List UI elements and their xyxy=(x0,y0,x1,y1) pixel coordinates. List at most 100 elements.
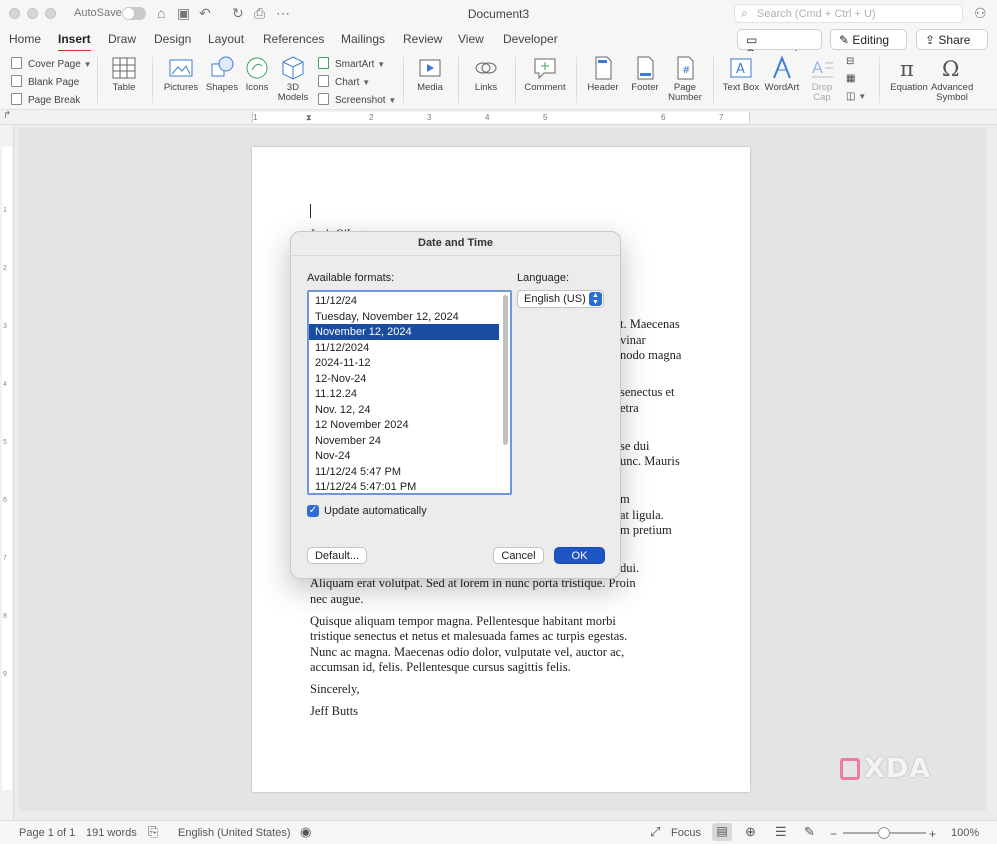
object-icon[interactable]: ◫ ▼ xyxy=(846,91,866,102)
search-placeholder: Search (Cmd + Ctrl + U) xyxy=(757,8,876,20)
date-time-icon[interactable]: ▦ xyxy=(846,73,855,84)
format-option[interactable]: 2024-11-12 xyxy=(309,355,499,371)
chevron-down-icon: ▼ xyxy=(377,60,386,69)
drop-cap-button[interactable]: A Drop Cap xyxy=(805,55,839,103)
formats-list[interactable]: 11/12/24 Tuesday, November 12, 2024 Nove… xyxy=(307,290,512,495)
comments-button[interactable]: ▭ Comments xyxy=(737,29,822,61)
screenshot-icon xyxy=(318,93,329,105)
xda-watermark-logo: XDA xyxy=(840,753,931,784)
zoom-level[interactable]: 100% xyxy=(951,827,979,839)
equation-button[interactable]: π Equation xyxy=(887,55,931,93)
tab-references[interactable]: References xyxy=(263,32,324,46)
word-count[interactable]: 191 words xyxy=(86,827,137,839)
web-layout-icon[interactable]: ⊕ xyxy=(745,824,756,840)
chart-button[interactable]: Chart ▼ xyxy=(318,75,370,88)
tab-layout[interactable]: Layout xyxy=(208,32,244,46)
focus-icon[interactable]: ⤢ xyxy=(650,824,660,840)
language-status[interactable]: English (United States) xyxy=(178,827,291,839)
list-scrollbar[interactable] xyxy=(503,295,508,445)
wordart-button[interactable]: WordArt xyxy=(763,55,801,93)
page-number-button[interactable]: # Page Number xyxy=(665,55,705,103)
format-option[interactable]: Tuesday, November 12, 2024 xyxy=(309,309,499,325)
format-option[interactable]: 11.12.24 xyxy=(309,386,499,402)
xda-logo-icon xyxy=(840,758,860,780)
outline-icon[interactable]: ☰ xyxy=(775,824,787,840)
3d-models-button[interactable]: 3D Models xyxy=(274,55,312,103)
editing-button[interactable]: ✎ Editing ▼ xyxy=(830,29,907,60)
tab-developer[interactable]: Developer xyxy=(503,32,558,46)
format-option[interactable]: 12-Nov-24 xyxy=(309,371,499,387)
chevron-down-icon: ▼ xyxy=(388,96,397,105)
picture-icon xyxy=(169,59,193,77)
text-cursor xyxy=(310,204,311,218)
default-button[interactable]: Default... xyxy=(307,547,367,564)
comment-button[interactable]: Comment xyxy=(522,55,568,93)
smartart-button[interactable]: SmartArt ▼ xyxy=(318,57,385,70)
indent-marker-icon[interactable]: ⧗ xyxy=(306,113,312,123)
proofing-icon[interactable]: ⎘ xyxy=(148,824,158,840)
page-count[interactable]: Page 1 of 1 xyxy=(19,827,75,839)
advanced-symbol-button[interactable]: Ω Advanced Symbol xyxy=(931,55,973,103)
ruler-number: 6 xyxy=(3,497,7,504)
update-automatically-label[interactable]: Update automatically xyxy=(324,505,427,517)
icons-button[interactable]: Icons xyxy=(242,55,272,93)
status-bar: Page 1 of 1 191 words ⎘ English (United … xyxy=(0,820,997,844)
page-break-button[interactable]: Page Break xyxy=(11,93,80,106)
pictures-button[interactable]: Pictures xyxy=(160,55,202,93)
format-option[interactable]: 12 November 2024 xyxy=(309,417,499,433)
media-button[interactable]: Media xyxy=(410,55,450,93)
language-label: Language: xyxy=(517,272,569,284)
cancel-button[interactable]: Cancel xyxy=(493,547,544,564)
links-button[interactable]: Links xyxy=(466,55,506,93)
tab-stop-icon[interactable]: ↱ xyxy=(3,110,11,121)
svg-text:π: π xyxy=(900,57,914,81)
shapes-button[interactable]: Shapes xyxy=(203,55,241,93)
shapes-icon xyxy=(211,56,234,77)
header-button[interactable]: Header xyxy=(585,55,621,93)
text-box-button[interactable]: A Text Box xyxy=(720,55,762,93)
body-text-line: Quisque aliquam tempor magna. Pellentesq… xyxy=(310,614,616,628)
ruler-number: 5 xyxy=(543,113,548,122)
format-option[interactable]: 11/12/24 5:47:01 PM xyxy=(309,479,499,493)
body-text-fragment: nodo magna xyxy=(620,348,682,362)
share-button[interactable]: ⇪ Share ▼ xyxy=(916,29,988,60)
format-option[interactable]: 11/12/24 xyxy=(309,293,499,309)
draft-icon[interactable]: ✎ xyxy=(804,824,815,840)
format-option[interactable]: Nov. 12, 24 xyxy=(309,402,499,418)
blank-page-button[interactable]: Blank Page xyxy=(11,75,79,88)
account-icon[interactable]: ⚇ xyxy=(974,5,987,22)
vertical-ruler[interactable]: 1 2 3 4 5 6 7 8 9 xyxy=(0,125,14,820)
format-option-selected[interactable]: November 12, 2024 xyxy=(309,324,499,340)
format-option[interactable]: November 24 xyxy=(309,433,499,449)
icons-icon xyxy=(246,57,268,79)
update-automatically-checkbox[interactable]: ✓ xyxy=(307,505,319,517)
accessibility-icon[interactable]: ◉ xyxy=(300,824,311,840)
signature-line-icon[interactable]: ⊟ xyxy=(846,56,854,67)
tab-insert[interactable]: Insert xyxy=(58,32,91,52)
zoom-slider-handle[interactable] xyxy=(878,827,890,839)
focus-button[interactable]: Focus xyxy=(671,827,701,839)
tab-review[interactable]: Review xyxy=(403,32,442,46)
tab-design[interactable]: Design xyxy=(154,32,191,46)
tab-draw[interactable]: Draw xyxy=(108,32,136,46)
format-option[interactable]: Nov-24 xyxy=(309,448,499,464)
format-option[interactable]: 11/12/2024 xyxy=(309,340,499,356)
tab-mailings[interactable]: Mailings xyxy=(341,32,385,46)
ruler-number: 5 xyxy=(3,439,7,446)
screenshot-button[interactable]: Screenshot ▼ xyxy=(318,93,396,106)
print-layout-icon[interactable]: ▤ xyxy=(712,823,732,841)
table-button[interactable]: Table xyxy=(104,55,144,93)
footer-button[interactable]: Footer xyxy=(628,55,662,93)
language-select[interactable]: English (US) ▲ ▼ xyxy=(517,290,604,308)
search-input[interactable]: ⌕ Search (Cmd + Ctrl + U) xyxy=(734,4,963,23)
tab-home[interactable]: Home xyxy=(9,32,41,46)
tab-view[interactable]: View xyxy=(458,32,484,46)
page-number-icon: # xyxy=(677,56,694,80)
zoom-out-icon[interactable]: − xyxy=(830,827,837,841)
format-option[interactable]: 11/12/24 5:47 PM xyxy=(309,464,499,480)
ok-button[interactable]: OK xyxy=(554,547,605,564)
horizontal-ruler[interactable]: ↱ 1 2 3 4 5 6 7 ⧗ xyxy=(0,110,997,125)
chevron-down-icon: ▼ xyxy=(858,92,867,101)
cover-page-button[interactable]: Cover Page ▼ xyxy=(11,57,92,70)
zoom-in-icon[interactable]: + xyxy=(929,827,936,841)
